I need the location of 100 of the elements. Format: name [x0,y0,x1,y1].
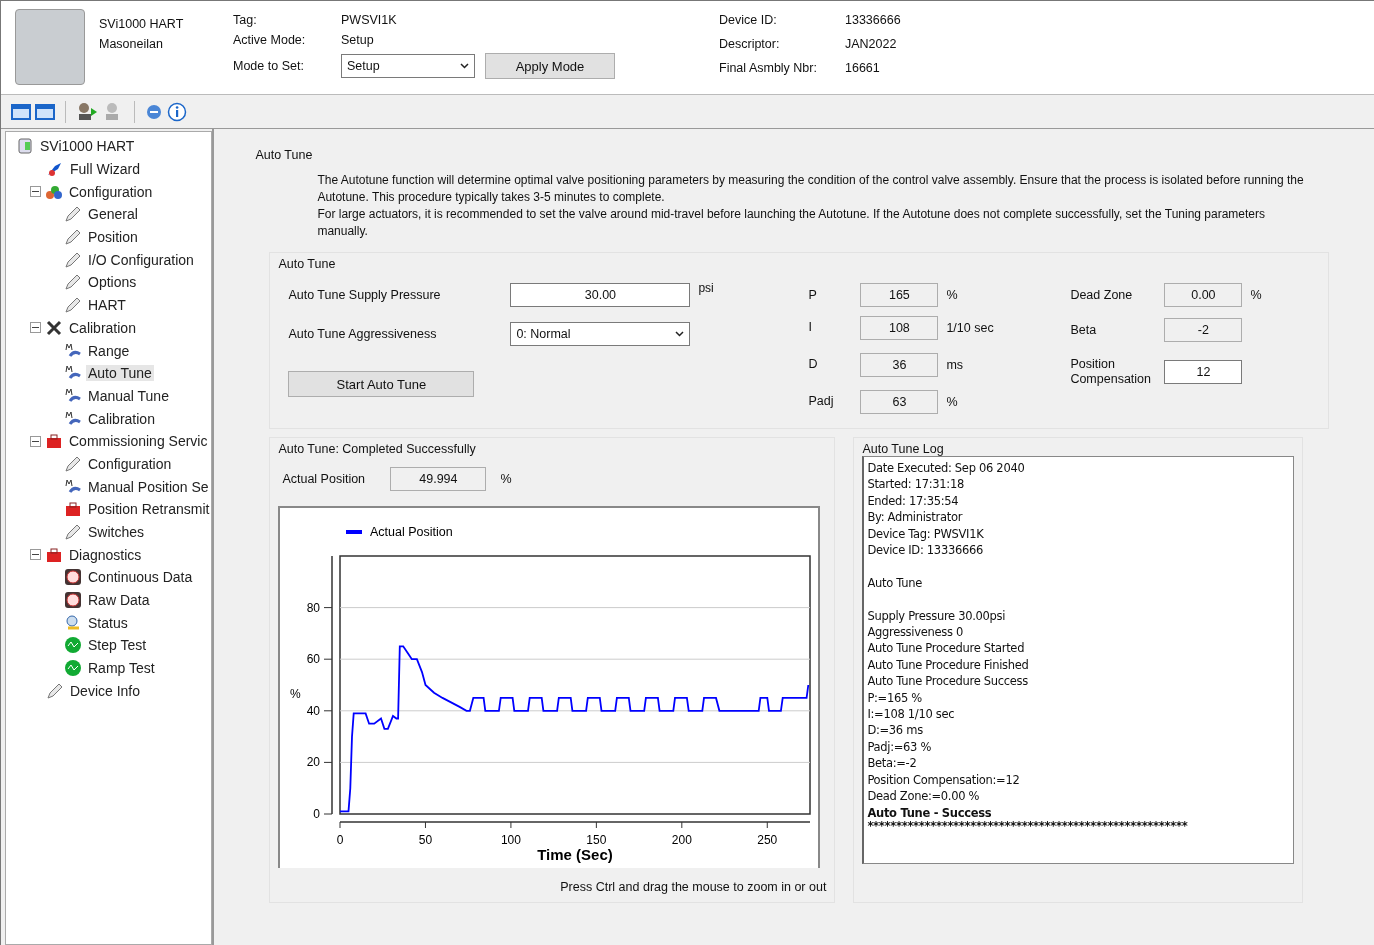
tree-item[interactable]: Calibration [86,410,157,427]
tree-item[interactable]: Ramp Test [86,660,157,677]
unit-label: 1/10 sec [946,320,994,335]
tree-item[interactable]: Calibration [67,319,138,336]
log-line: Beta:=-2 [867,755,918,772]
unit-label: % [946,288,958,302]
tuning-icon [64,477,82,496]
value-field: -2 [1164,318,1243,342]
device-name: SVi1000 HART [99,17,185,31]
input-field[interactable]: 30.00 [510,283,691,307]
field-value: 16661 [845,61,881,75]
tree-item[interactable]: Device Info [68,682,143,699]
value-field: 0.00 [1164,283,1243,307]
axis-tick-label: 80 [307,600,321,615]
pencil-icon [64,523,82,542]
tree-item[interactable]: Full Wizard [68,161,142,178]
tree-item[interactable]: Configuration [86,455,174,472]
tree-item[interactable]: Configuration [67,183,155,200]
field-label: Auto Tune Supply Pressure [288,287,442,303]
tree-item[interactable]: Position [86,229,140,246]
toolbox-icon [64,500,82,519]
field-label: Tag: [233,13,258,27]
legend-marker [346,530,363,534]
axis-tick-label: 40 [307,703,321,718]
field-label: Device ID: [719,13,778,27]
field-label: P [808,287,818,303]
value-field: 49.994 [390,467,487,491]
field-value: PWSVI1K [341,13,398,27]
legend-label: Actual Position [370,525,454,539]
unit-label: % [1250,288,1262,302]
axis-tick-label: 200 [672,833,693,847]
log-line: Supply Pressure 30.00psi [867,607,1007,625]
axis-tick-label: 150 [586,833,607,847]
connect-icon[interactable] [76,101,98,122]
info-icon[interactable] [167,101,187,122]
field-label: Position Compensation [1070,357,1152,387]
test-icon [64,659,82,678]
mode-dropdown[interactable]: Setup [341,54,475,78]
tree-item[interactable]: Raw Data [86,592,152,609]
value-field: 108 [860,315,939,340]
axis-tick-label: 0 [313,807,321,821]
axis-label: % [290,686,302,701]
field-value: JAN2022 [845,37,898,51]
tree-item[interactable]: Manual Position Se [86,478,211,495]
field-label: Final Asmbly Nbr: [719,61,818,75]
start-auto-tune-button[interactable]: Start Auto Tune [288,371,475,397]
pencil-icon [46,681,64,700]
chevron-icon [675,331,685,337]
axis-tick-label: 50 [419,833,433,847]
axis-tick-label: 250 [757,833,778,847]
collapse-icon[interactable] [30,549,41,561]
tree-item[interactable]: SVi1000 HART [38,138,137,155]
group-title: Auto Tune: Completed Successfully [278,442,477,456]
pencil-icon [64,454,82,473]
field-label: Auto Tune Aggressiveness [288,326,438,342]
field-label: Descriptor: [719,37,781,51]
pencil-icon [64,205,82,224]
description-text: For large actuators, it is recommended to set the valve around mid-travel before launching the Autotune. If the Autotune does not complete successfully, set the Tuning parameters manually. [317,206,1267,240]
tree-item[interactable]: HART [86,297,128,314]
value-field: 165 [860,283,939,307]
tools-icon [45,318,63,337]
tree-item[interactable]: Auto Tune [86,365,154,382]
tree-item[interactable]: I/O Configuration [86,251,196,268]
field-label: Active Mode: [233,33,307,47]
collapse-icon[interactable] [30,435,41,447]
log-line: By: Administrator [867,509,964,526]
field-label: Padj [808,394,835,409]
log-line: Auto Tune Procedure Success [867,673,1029,690]
log-line: Auto Tune Procedure Started [867,640,1026,657]
collapse-icon[interactable] [30,186,41,198]
tree-item[interactable]: Commissioning Servic [67,433,210,450]
field-label: Actual Position [282,471,367,487]
tree-item[interactable]: Step Test [86,637,149,654]
tree-item[interactable]: Continuous Data [86,569,195,586]
collapse-icon[interactable] [30,322,41,334]
log-line: Started: 17:31:18 [867,476,965,493]
tree-item[interactable]: Diagnostics [67,546,144,563]
tuning-icon [64,341,82,360]
pencil-icon [64,273,82,292]
axis-tick-label: 100 [501,833,522,847]
axis-tick-label: 20 [307,755,321,770]
tree-item[interactable]: Options [86,274,139,291]
log-line: Auto Tune Procedure Finished [867,656,1030,674]
window-icon[interactable] [35,102,55,121]
toolbox-icon [45,432,63,451]
tree-item[interactable]: Switches [86,524,147,541]
tree-item[interactable]: Status [86,614,130,631]
field-label: Beta [1070,322,1098,338]
group-title: Auto Tune [278,257,337,271]
aggressiveness-dropdown[interactable]: 0: Normal [510,322,691,346]
tree-item[interactable]: General [86,206,140,223]
toolbox-icon [45,545,63,564]
tree-item[interactable]: Position Retransmit [86,501,212,518]
log-line: Dead Zone:=0.00 % [867,788,981,805]
section-title: Auto Tune [255,148,314,162]
tree-item[interactable]: Manual Tune [86,387,171,404]
window-icon[interactable] [11,102,31,121]
apply-mode-button[interactable]: Apply Mode [485,53,615,79]
log-line: Auto Tune [867,574,923,592]
tree-item[interactable]: Range [86,342,132,359]
